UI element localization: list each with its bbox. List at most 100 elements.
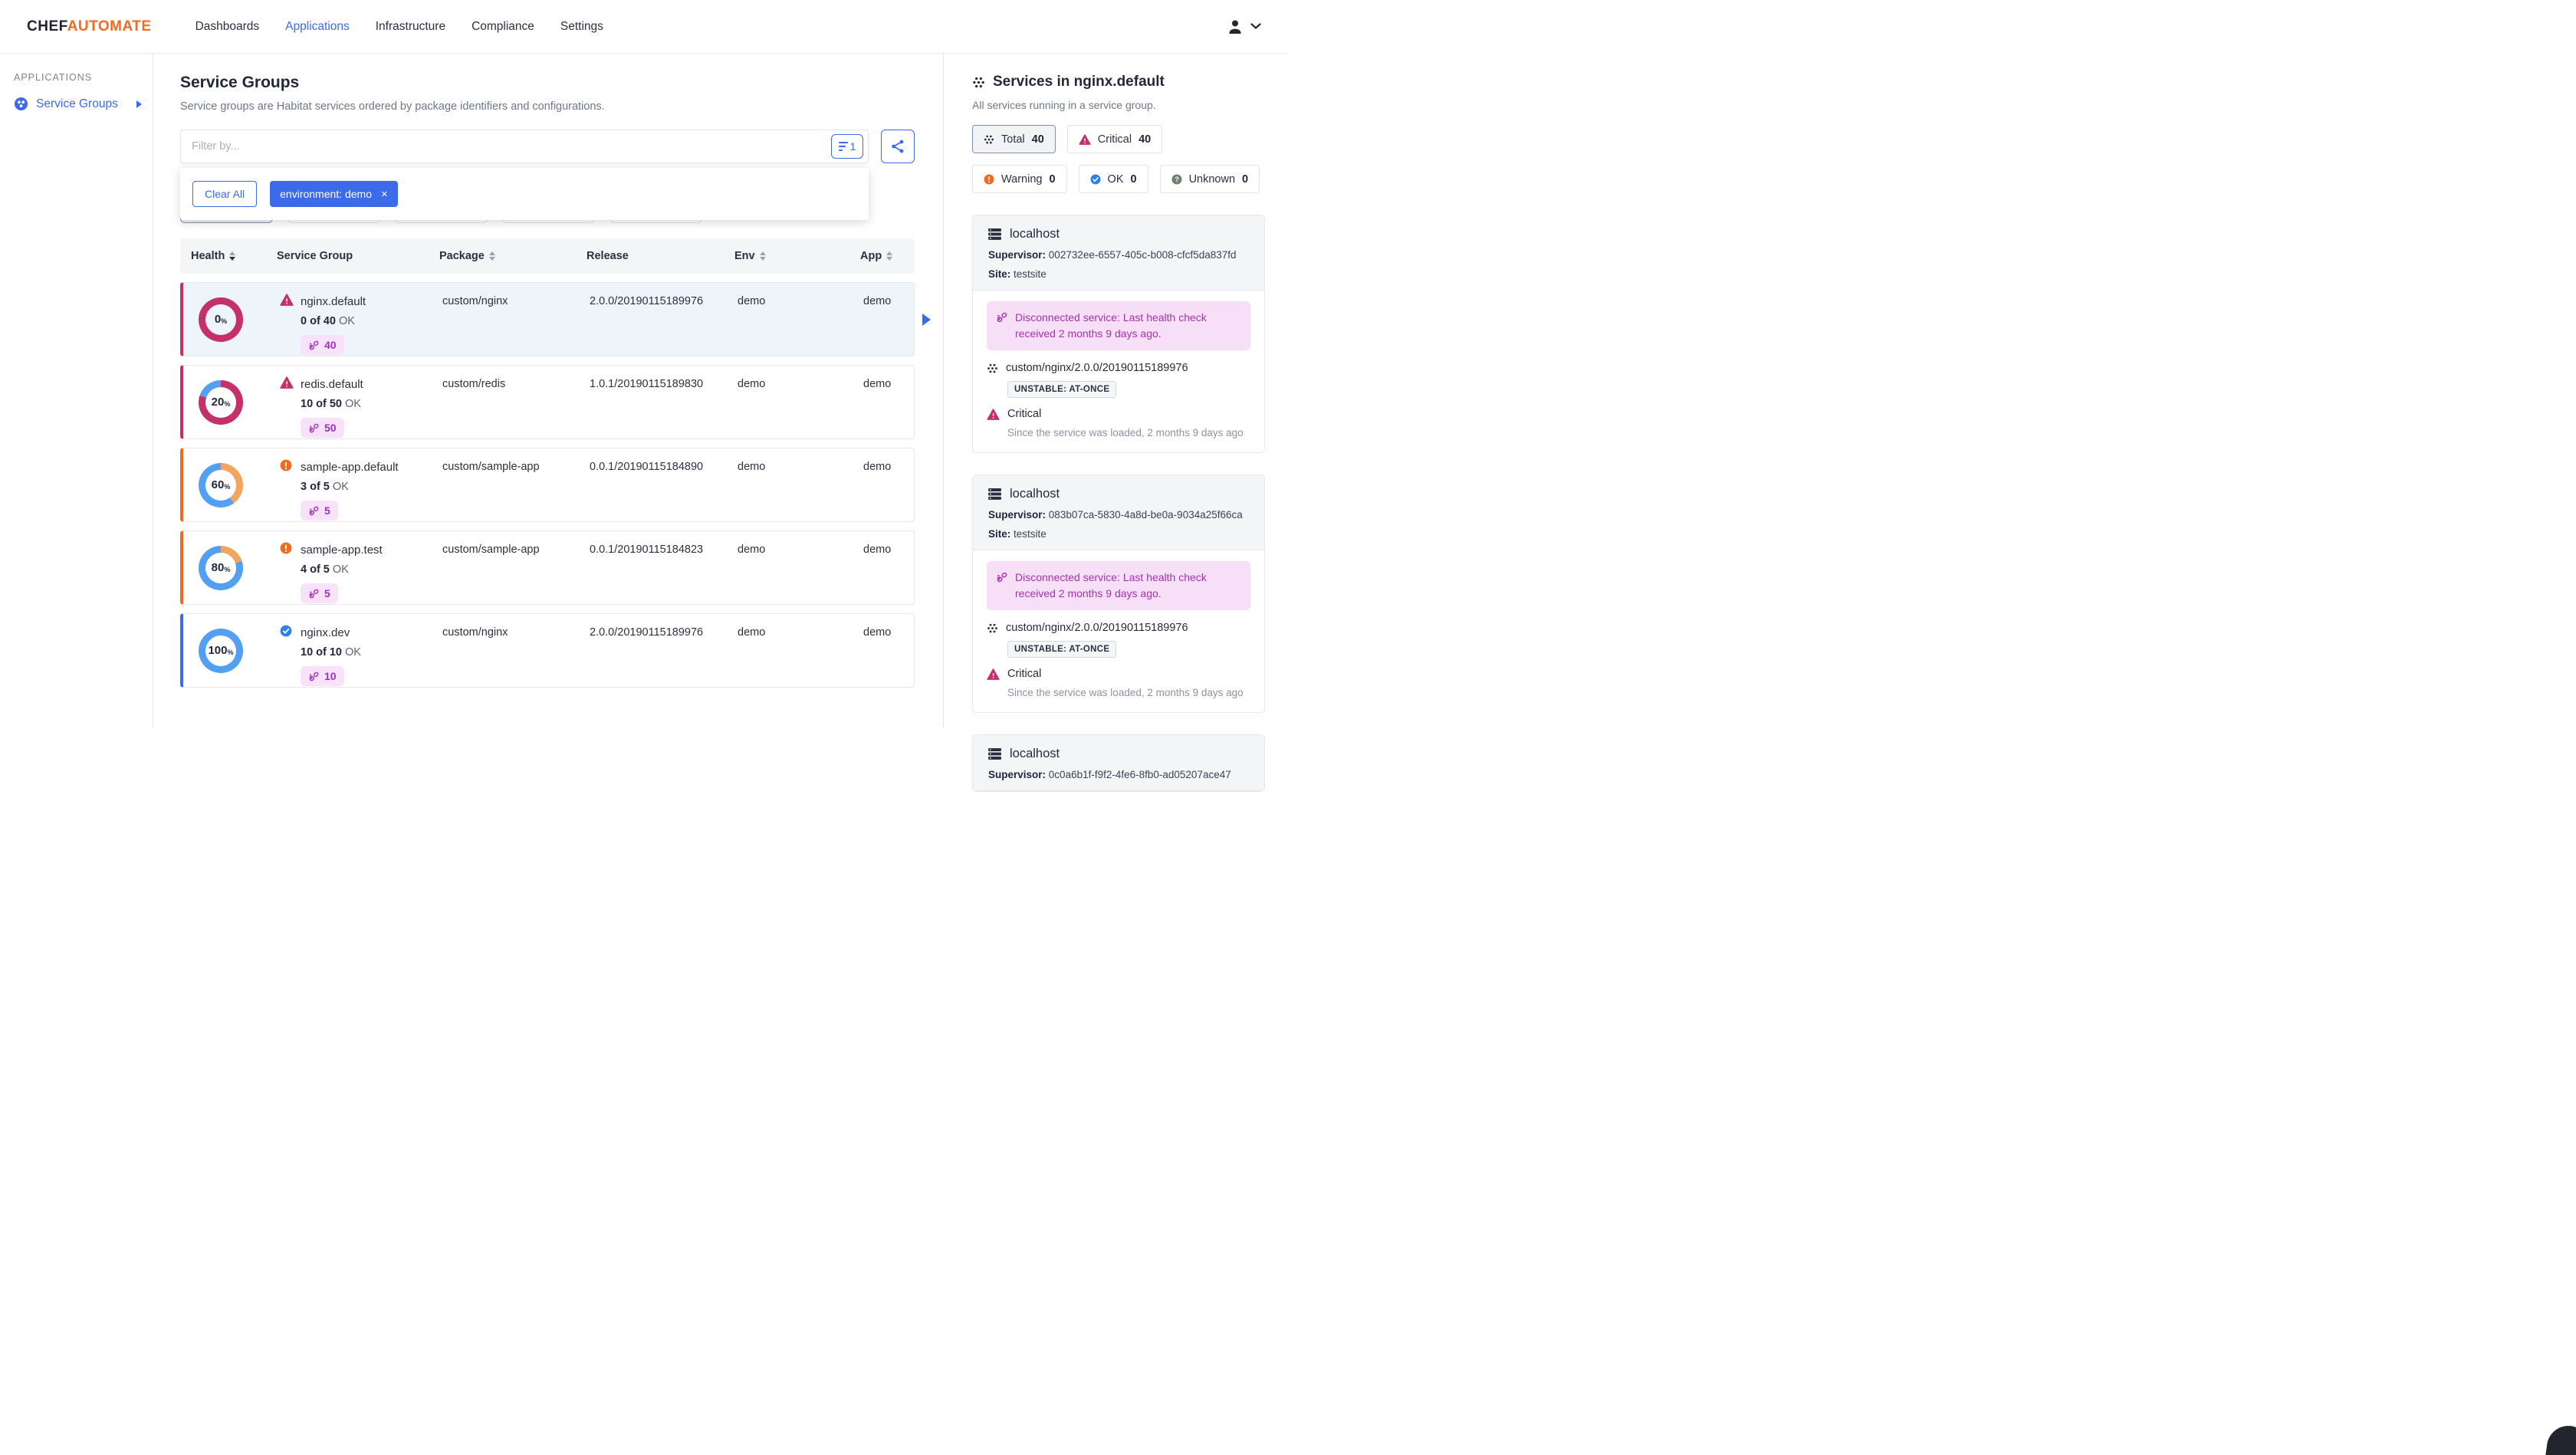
sidebar-section-label: APPLICATIONS	[14, 72, 93, 83]
supervisor-id: 083b07ca-5830-4a8d-be0a-9034a25f66ca	[1048, 509, 1243, 521]
page-subtitle: Service groups are Habitat services orde…	[180, 100, 605, 113]
supervisor-id: 002732ee-6557-405c-b008-cfcf5da837fd	[1048, 249, 1237, 261]
filter-bar: 1	[180, 130, 869, 163]
host-name: localhost	[1010, 227, 1060, 241]
column-package[interactable]: Package	[439, 250, 586, 262]
pill-unknown[interactable]: ? Unknown 0	[1159, 165, 1260, 193]
disconnected-count-badge: 5	[301, 501, 338, 521]
health-since: Since the service was loaded, 2 months 9…	[1007, 427, 1244, 438]
broken-link-icon	[308, 422, 320, 434]
service-card[interactable]: localhost Supervisor: 083b07ca-5830-4a8d…	[972, 475, 1265, 713]
package-ident: custom/nginx/2.0.0/20190115189976	[1006, 622, 1188, 634]
ok-icon	[1090, 174, 1101, 185]
table-row-sample-app-default[interactable]: 60% sample-app.default 3 of 5 OK 5 custo…	[180, 448, 915, 522]
site-name: testsite	[1014, 528, 1046, 540]
disconnected-alert: Disconnected service: Last health check …	[987, 561, 1250, 610]
service-group-name: redis.default	[301, 378, 363, 391]
service-card[interactable]: localhost Supervisor: 002732ee-6557-405c…	[972, 215, 1265, 453]
service-card-header: localhost Supervisor: 0c0a6b1f-f9f2-4fe6…	[973, 735, 1264, 791]
release-cell: 2.0.0/20190115189976	[590, 626, 704, 639]
table-row-nginx-dev[interactable]: 100% nginx.dev 10 of 10 OK 10 custom/ngi…	[180, 613, 915, 688]
nav-dashboards[interactable]: Dashboards	[196, 20, 260, 34]
sort-icon[interactable]	[488, 251, 495, 261]
host-name: localhost	[1010, 747, 1060, 760]
column-release[interactable]: Release	[586, 250, 734, 262]
top-navigation-bar: CHEFAUTOMATE Dashboards Applications Inf…	[0, 0, 1288, 54]
health-donut: 80%	[199, 545, 243, 590]
chef-automate-logo[interactable]: CHEFAUTOMATE	[27, 18, 152, 35]
service-groups-icon	[14, 97, 28, 111]
user-menu[interactable]	[1226, 18, 1261, 36]
filter-chip-label: environment: demo	[280, 188, 372, 200]
server-icon	[988, 748, 1001, 760]
service-card[interactable]: localhost Supervisor: 0c0a6b1f-f9f2-4fe6…	[972, 734, 1265, 792]
logo-automate: AUTOMATE	[67, 18, 152, 34]
table-row-sample-app-test[interactable]: 80% sample-app.test 4 of 5 OK 5 custom/s…	[180, 530, 915, 605]
pill-total[interactable]: Total 40	[972, 125, 1056, 153]
caret-right-icon[interactable]	[136, 100, 142, 108]
main-content: Service Groups Service groups are Habita…	[153, 54, 943, 728]
nav-settings[interactable]: Settings	[560, 20, 603, 34]
service-card-header: localhost Supervisor: 083b07ca-5830-4a8d…	[973, 475, 1264, 550]
clear-all-button[interactable]: Clear All	[192, 181, 258, 207]
pill-critical[interactable]: Critical 40	[1066, 125, 1163, 153]
total-icon	[984, 134, 994, 145]
table-row-nginx-default[interactable]: 0% nginx.default 0 of 40 OK 40 custom/ng…	[180, 282, 931, 356]
broken-link-icon	[308, 588, 320, 599]
column-app[interactable]: App	[860, 250, 915, 262]
health-donut: 60%	[199, 462, 243, 507]
logo-chef: CHEF	[27, 18, 67, 34]
svg-text:?: ?	[1175, 176, 1178, 183]
server-icon	[988, 228, 1001, 240]
table-row-redis-default[interactable]: 20% redis.default 10 of 50 OK 50 custom/…	[180, 365, 915, 439]
health-status: Critical	[1007, 668, 1042, 680]
sort-icon[interactable]	[886, 251, 893, 261]
filter-input[interactable]	[192, 140, 831, 153]
service-group-name: nginx.dev	[301, 626, 350, 639]
column-health[interactable]: Health	[191, 250, 277, 262]
sort-icon[interactable]	[229, 251, 236, 261]
disconnected-count-badge: 5	[301, 583, 338, 603]
service-group-name: sample-app.test	[301, 544, 383, 557]
site-name: testsite	[1014, 268, 1046, 280]
column-service-group[interactable]: Service Group	[277, 250, 439, 262]
warning-icon	[984, 174, 994, 185]
nav-compliance[interactable]: Compliance	[472, 20, 534, 34]
filter-count-button[interactable]: 1	[831, 134, 863, 159]
nav-infrastructure[interactable]: Infrastructure	[376, 20, 445, 34]
app-cell: demo	[863, 544, 892, 556]
sidebar-item-service-groups[interactable]: Service Groups	[14, 97, 153, 111]
column-env[interactable]: Env	[734, 250, 860, 262]
release-cell: 0.0.1/20190115184890	[590, 461, 704, 473]
release-cell: 0.0.1/20190115184823	[590, 544, 704, 556]
health-donut: 0%	[199, 297, 243, 342]
services-dots-icon	[972, 76, 985, 89]
help-beacon-button[interactable]	[2544, 1423, 2576, 1455]
panel-title: Services in nginx.default	[972, 74, 1265, 90]
host-name: localhost	[1010, 487, 1060, 501]
filter-chip-environment-demo[interactable]: environment: demo ×	[270, 181, 398, 207]
package-cell: custom/nginx	[442, 626, 508, 639]
filter-dropdown: Clear All environment: demo ×	[180, 168, 869, 220]
health-since: Since the service was loaded, 2 months 9…	[1007, 687, 1244, 698]
package-cell: custom/sample-app	[442, 461, 540, 473]
env-cell: demo	[738, 626, 766, 639]
disconnected-alert: Disconnected service: Last health check …	[987, 301, 1250, 350]
pill-ok[interactable]: OK 0	[1078, 165, 1148, 193]
app-cell: demo	[863, 378, 892, 390]
user-icon	[1226, 18, 1244, 36]
health-donut: 20%	[199, 379, 243, 425]
broken-link-icon	[996, 311, 1008, 342]
share-button[interactable]	[881, 130, 915, 163]
nav-applications[interactable]: Applications	[285, 20, 350, 34]
pill-warning[interactable]: Warning 0	[972, 165, 1067, 193]
chip-close-icon[interactable]: ×	[381, 188, 388, 201]
app-cell: demo	[863, 461, 892, 473]
warning-icon	[280, 459, 294, 473]
panel-status-pills: Total 40 Critical 40 Warning 0 OK 0 ? Unknown…	[972, 125, 1265, 193]
health-donut: 100%	[199, 628, 243, 673]
selected-row-arrow-icon[interactable]	[922, 313, 931, 326]
filter-count: 1	[849, 140, 856, 153]
package-cell: custom/redis	[442, 378, 506, 390]
sort-icon[interactable]	[759, 251, 766, 261]
